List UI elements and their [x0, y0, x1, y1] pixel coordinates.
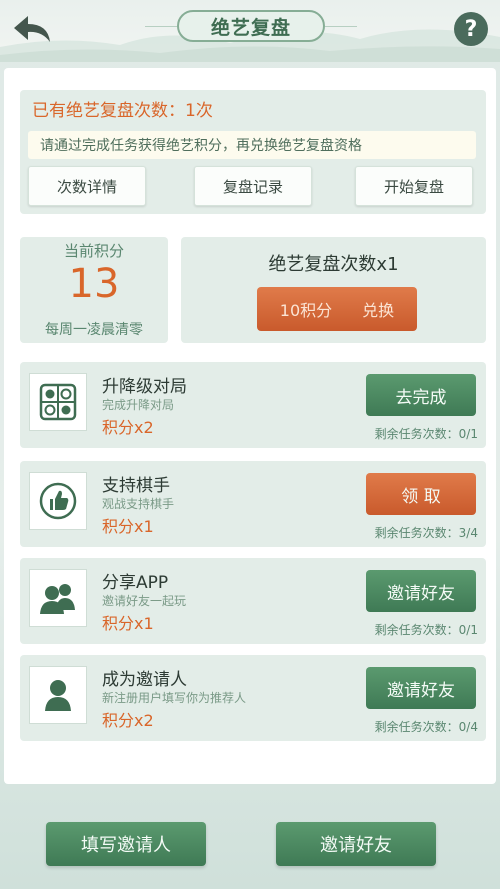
task-desc: 完成升降对局: [102, 398, 175, 412]
page-title: 绝艺复盘: [177, 10, 325, 42]
task-reward: 积分x2: [102, 711, 154, 730]
title-divider-left: [145, 26, 177, 27]
notice-banner: 请通过完成任务获得绝艺积分，再兑换绝艺复盘资格: [28, 131, 476, 159]
header-bar: 绝艺复盘 ?: [0, 0, 500, 62]
exchange-cost: 10积分: [279, 301, 333, 320]
replay-count-text: 已有绝艺复盘次数：1次: [32, 101, 213, 121]
title-divider-right: [325, 26, 357, 27]
task-name: 升降级对局: [102, 377, 187, 397]
exchange-title: 绝艺复盘次数x1: [268, 254, 399, 275]
points-reset-note: 每周一凌晨清零: [45, 322, 143, 338]
exchange-button[interactable]: 10积分 兑换: [257, 287, 417, 331]
task-desc: 观战支持棋手: [102, 497, 175, 511]
task-reward: 积分x1: [102, 517, 154, 536]
task-remaining: 剩余任务次数：0/4: [374, 720, 478, 734]
replay-summary-panel: 已有绝艺复盘次数：1次 请通过完成任务获得绝艺积分，再兑换绝艺复盘资格 次数详情…: [20, 90, 486, 214]
replay-history-button[interactable]: 复盘记录: [194, 166, 312, 206]
footer-invite-friends-button[interactable]: 邀请好友: [276, 822, 436, 866]
task-reward: 积分x1: [102, 614, 154, 633]
task-become-inviter: 成为邀请人 新注册用户填写你为推荐人 积分x2 邀请好友 剩余任务次数：0/4: [20, 655, 486, 741]
thumbs-up-icon: [29, 472, 87, 530]
task-support-player: 支持棋手 观战支持棋手 积分x1 领 取 剩余任务次数：3/4: [20, 461, 486, 547]
task-desc: 新注册用户填写你为推荐人: [102, 691, 247, 705]
task-name: 分享APP: [102, 573, 169, 593]
points-label: 当前积分: [63, 242, 124, 260]
task-desc: 邀请好友一起玩: [102, 594, 187, 608]
invite-friends-button[interactable]: 邀请好友: [366, 570, 476, 612]
task-reward: 积分x2: [102, 418, 154, 437]
exchange-action: 兑换: [362, 301, 395, 320]
task-remaining: 剩余任务次数：0/1: [374, 623, 478, 637]
task-rank-match: 升降级对局 完成升降对局 积分x2 去完成 剩余任务次数：0/1: [20, 362, 486, 448]
board-icon: [29, 373, 87, 431]
task-share-app: 分享APP 邀请好友一起玩 积分x1 邀请好友 剩余任务次数：0/1: [20, 558, 486, 644]
invite-friends-button[interactable]: 邀请好友: [366, 667, 476, 709]
start-replay-button[interactable]: 开始复盘: [355, 166, 473, 206]
task-name: 成为邀请人: [102, 670, 187, 690]
main-card: 已有绝艺复盘次数：1次 请通过完成任务获得绝艺积分，再兑换绝艺复盘资格 次数详情…: [4, 68, 496, 784]
task-remaining: 剩余任务次数：3/4: [374, 526, 478, 540]
go-complete-button[interactable]: 去完成: [366, 374, 476, 416]
user-icon: [29, 666, 87, 724]
task-remaining: 剩余任务次数：0/1: [374, 427, 478, 441]
exchange-panel: 绝艺复盘次数x1 10积分 兑换: [181, 237, 486, 343]
points-value: 13: [68, 261, 120, 307]
users-icon: [29, 569, 87, 627]
current-points-panel: 当前积分 13 每周一凌晨清零: [20, 237, 168, 343]
enter-inviter-button[interactable]: 填写邀请人: [46, 822, 206, 866]
task-name: 支持棋手: [102, 476, 170, 496]
help-icon[interactable]: ?: [454, 12, 488, 46]
count-details-button[interactable]: 次数详情: [28, 166, 146, 206]
claim-button[interactable]: 领 取: [366, 473, 476, 515]
back-arrow-icon[interactable]: [12, 12, 54, 46]
